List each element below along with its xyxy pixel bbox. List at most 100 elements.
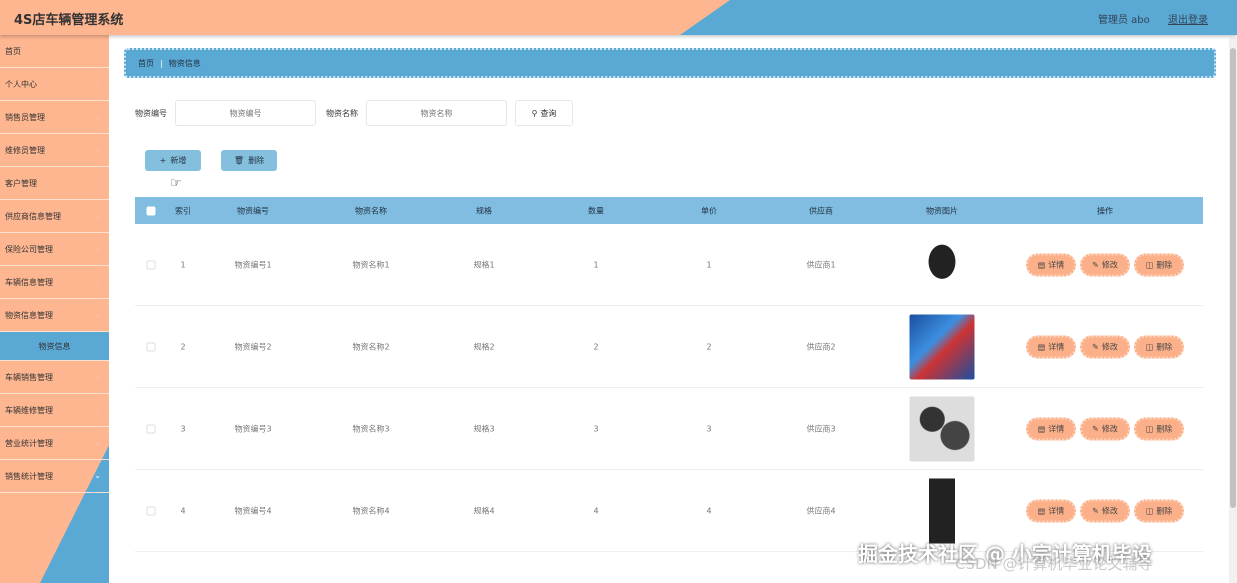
- table-row: 2物资编号2物资名称2规格222供应商2 ▤详情✎修改◫删除: [135, 306, 1203, 388]
- sidebar-item-label: 首页: [5, 46, 21, 57]
- cell-supplier: 供应商2: [806, 341, 835, 352]
- code-label: 物资编号: [135, 108, 167, 119]
- sidebar-item-label: 供应商信息管理: [5, 211, 61, 222]
- row-actions: ▤详情✎修改◫删除: [1024, 499, 1186, 522]
- detail-button[interactable]: ▤详情: [1026, 417, 1076, 440]
- sidebar-item[interactable]: 物资信息管理⌄: [0, 299, 109, 332]
- pencil-icon: ✎: [1092, 260, 1099, 269]
- cell-name: 物资名称2: [352, 341, 389, 352]
- watermark-line2: CSDN @计算机毕业论文辅导: [955, 553, 1153, 574]
- row-actions: ▤详情✎修改◫删除: [1024, 335, 1186, 358]
- search-icon: ⚲: [532, 109, 538, 118]
- cell-qty: 2: [593, 342, 598, 351]
- sidebar-item[interactable]: 保险公司管理⌄: [0, 233, 109, 266]
- table-row: 3物资编号3物资名称3规格333供应商3 ▤详情✎修改◫删除: [135, 388, 1203, 470]
- column-header: 物资图片: [926, 205, 958, 216]
- select-all-checkbox[interactable]: [147, 206, 156, 215]
- chevron-down-icon: ⌄: [94, 372, 101, 381]
- sidebar-item[interactable]: 维修员管理 ⌄: [0, 134, 109, 167]
- sidebar-item-label: 客户管理: [5, 178, 37, 189]
- column-header: 规格: [476, 205, 492, 216]
- cell-price: 1: [706, 260, 711, 269]
- detail-button[interactable]: ▤详情: [1026, 335, 1076, 358]
- cell-qty: 1: [593, 260, 598, 269]
- cell-spec: 规格3: [473, 423, 494, 434]
- batch-delete-button[interactable]: 🗑删除: [221, 150, 277, 171]
- material-image-chip[interactable]: [910, 314, 975, 379]
- sidebar-item-label: 销售员管理: [5, 112, 45, 123]
- document-icon: ▤: [1038, 342, 1046, 351]
- cell-index: 4: [180, 506, 185, 515]
- delete-button[interactable]: ◫删除: [1134, 335, 1184, 358]
- detail-button[interactable]: ▤详情: [1026, 253, 1076, 276]
- add-button[interactable]: +新增: [145, 150, 201, 171]
- material-image-car-seat[interactable]: [910, 232, 975, 297]
- cell-supplier: 供应商3: [806, 423, 835, 434]
- delete-label: 删除: [248, 155, 264, 166]
- sidebar-item-label: 维修员管理: [5, 145, 45, 156]
- query-label: 查询: [540, 108, 556, 119]
- sidebar-nav: 首页个人中心⌄销售员管理⌄维修员管理⌄客户管理⌄供应商信息管理⌄保险公司管理⌄车…: [0, 35, 109, 493]
- cell-supplier: 供应商1: [806, 259, 835, 270]
- row-checkbox[interactable]: [147, 260, 156, 269]
- sidebar-item-label: 销售统计管理: [5, 471, 53, 482]
- logout-link[interactable]: 退出登录: [1168, 11, 1208, 26]
- delete-button[interactable]: ◫删除: [1134, 499, 1184, 522]
- chevron-down-icon: ⌄: [94, 438, 101, 447]
- cell-code: 物资编号1: [234, 259, 271, 270]
- sidebar-item-label: 保险公司管理: [5, 244, 53, 255]
- sidebar-item[interactable]: 车辆信息管理⌄: [0, 266, 109, 299]
- sidebar-item-label: 车辆销售管理: [5, 372, 53, 383]
- column-header: 索引: [175, 205, 191, 216]
- row-checkbox[interactable]: [147, 424, 156, 433]
- sidebar-item[interactable]: 个人中心 ⌄: [0, 68, 109, 101]
- name-input[interactable]: [366, 100, 507, 126]
- sidebar-item-label: 营业统计管理: [5, 438, 53, 449]
- chevron-down-icon: ⌄: [94, 79, 101, 88]
- add-label: 新增: [170, 155, 186, 166]
- scrollbar[interactable]: [1229, 38, 1237, 583]
- sidebar-item[interactable]: 物资信息: [0, 332, 109, 361]
- trash-icon: ◫: [1146, 342, 1154, 351]
- sidebar-item[interactable]: 销售员管理⌄: [0, 101, 109, 134]
- sidebar-item[interactable]: 车辆销售管理 ⌄: [0, 361, 109, 394]
- pencil-icon: ✎: [1092, 424, 1099, 433]
- sidebar-item-label: 个人中心: [5, 79, 37, 90]
- row-checkbox[interactable]: [147, 506, 156, 515]
- cell-qty: 3: [593, 424, 598, 433]
- chevron-down-icon: ⌄: [94, 145, 101, 154]
- edit-button[interactable]: ✎修改: [1080, 417, 1130, 440]
- sidebar-item[interactable]: 销售统计管理 ⌄: [0, 460, 109, 493]
- cell-price: 3: [706, 424, 711, 433]
- current-user: 管理员 abo: [1098, 11, 1150, 26]
- edit-button[interactable]: ✎修改: [1080, 335, 1130, 358]
- row-checkbox[interactable]: [147, 342, 156, 351]
- breadcrumb-home[interactable]: 首页: [138, 58, 154, 69]
- material-image-oil-bottle[interactable]: [910, 478, 975, 543]
- edit-button[interactable]: ✎修改: [1080, 253, 1130, 276]
- detail-button[interactable]: ▤详情: [1026, 499, 1076, 522]
- cell-name: 物资名称4: [352, 505, 389, 516]
- code-input[interactable]: [175, 100, 316, 126]
- cell-name: 物资名称3: [352, 423, 389, 434]
- query-button[interactable]: ⚲查询: [515, 100, 573, 126]
- chevron-down-icon: ⌄: [94, 471, 101, 480]
- delete-button[interactable]: ◫删除: [1134, 253, 1184, 276]
- sidebar-item[interactable]: 营业统计管理 ⌄: [0, 427, 109, 460]
- sidebar-item[interactable]: 车辆维修管理⌄: [0, 394, 109, 427]
- trash-icon: ◫: [1146, 506, 1154, 515]
- edit-button[interactable]: ✎修改: [1080, 499, 1130, 522]
- cell-price: 2: [706, 342, 711, 351]
- material-image-speakers[interactable]: [910, 396, 975, 461]
- scrollbar-thumb[interactable]: [1230, 48, 1236, 508]
- row-actions: ▤详情✎修改◫删除: [1024, 417, 1186, 440]
- chevron-down-icon: ⌄: [94, 277, 101, 286]
- column-header: 供应商: [809, 205, 833, 216]
- search-bar: 物资编号 物资名称 ⚲查询: [135, 100, 573, 126]
- sidebar-item[interactable]: 供应商信息管理⌄: [0, 200, 109, 233]
- row-actions: ▤详情✎修改◫删除: [1024, 253, 1186, 276]
- sidebar-item[interactable]: 客户管理⌄: [0, 167, 109, 200]
- trash-icon: ◫: [1146, 260, 1154, 269]
- sidebar-item[interactable]: 首页: [0, 35, 109, 68]
- delete-button[interactable]: ◫删除: [1134, 417, 1184, 440]
